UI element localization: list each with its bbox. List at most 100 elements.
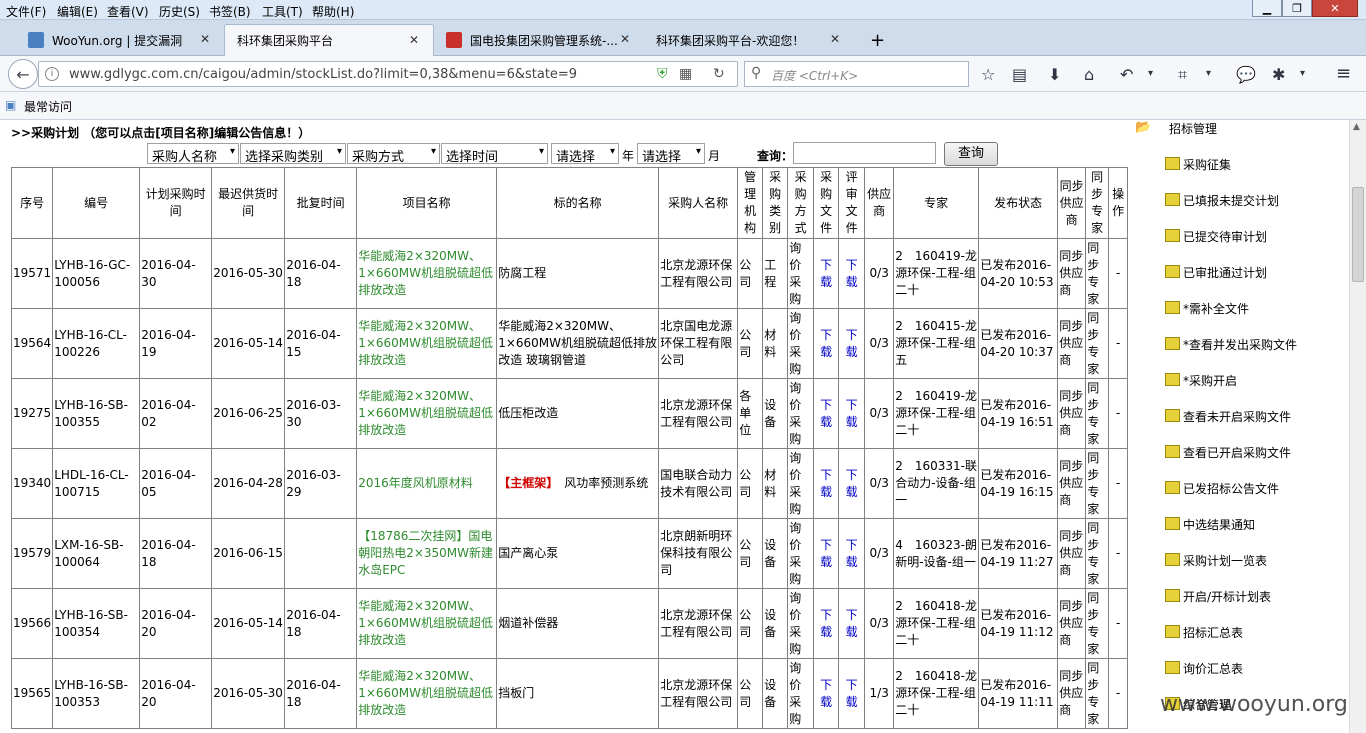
- download-icon[interactable]: ⬇: [1048, 65, 1061, 84]
- cell-sexp[interactable]: 同步专家: [1085, 238, 1110, 309]
- download-purchase-doc-link[interactable]: 下载: [820, 398, 832, 429]
- reload-icon[interactable]: ↻: [713, 66, 725, 82]
- undo-icon[interactable]: ↶: [1120, 65, 1133, 84]
- sidebar-item[interactable]: 中选结果通知: [1165, 516, 1255, 533]
- sidebar-item[interactable]: 查看已开启采购文件: [1165, 444, 1291, 461]
- bug-icon[interactable]: ✱: [1272, 65, 1285, 84]
- method-select[interactable]: 采购方式: [347, 143, 440, 165]
- cell-sexp[interactable]: 同步专家: [1085, 378, 1110, 449]
- tab-wooyun[interactable]: WooYun.org | 提交漏洞 ✕: [16, 24, 224, 56]
- tab-kehuan-platform[interactable]: 科环集团采购平台 ✕: [224, 24, 434, 56]
- cell-ssup[interactable]: 同步供应商: [1057, 448, 1087, 519]
- sidebar-item[interactable]: 已审批通过计划: [1165, 264, 1267, 281]
- minimize-icon[interactable]: ▁: [1252, 0, 1282, 17]
- project-link[interactable]: 华能威海2×320MW、1×660MW机组脱硫超低排放改造: [358, 599, 493, 647]
- close-tab-icon[interactable]: ✕: [409, 33, 419, 47]
- project-link[interactable]: 华能威海2×320MW、1×660MW机组脱硫超低排放改造: [358, 249, 493, 297]
- sidebar-item[interactable]: 已提交待审计划: [1165, 228, 1267, 245]
- cell-ssup[interactable]: 同步供应商: [1057, 658, 1087, 729]
- home-icon[interactable]: ⌂: [1084, 65, 1094, 84]
- menu-bookmarks[interactable]: 书签(B): [209, 3, 251, 20]
- sidebar-item[interactable]: 已填报未提交计划: [1165, 192, 1279, 209]
- close-tab-icon[interactable]: ✕: [830, 32, 840, 46]
- search-box[interactable]: ⚲ 百度 <Ctrl+K>: [744, 61, 969, 87]
- url-text[interactable]: www.gdlygc.com.cn/caigou/admin/stockList…: [69, 67, 577, 82]
- cell-ssup[interactable]: 同步供应商: [1057, 518, 1087, 589]
- download-review-doc-link[interactable]: 下载: [846, 328, 858, 359]
- menu-file[interactable]: 文件(F): [6, 3, 46, 20]
- sidebar-item[interactable]: *查看并发出采购文件: [1165, 336, 1297, 353]
- qr-code-icon[interactable]: ▦: [679, 66, 692, 82]
- cell-ssup[interactable]: 同步供应商: [1057, 308, 1087, 379]
- cell-ssup[interactable]: 同步供应商: [1057, 238, 1087, 309]
- sidebar-item[interactable]: 采购计划一览表: [1165, 552, 1267, 569]
- cell-ssup[interactable]: 同步供应商: [1057, 588, 1087, 659]
- query-input[interactable]: [793, 142, 936, 164]
- maximize-icon[interactable]: ❐: [1282, 0, 1312, 17]
- time-select[interactable]: 选择时间: [441, 143, 548, 165]
- search-placeholder[interactable]: 百度 <Ctrl+K>: [771, 67, 858, 84]
- new-tab-icon[interactable]: +: [858, 24, 888, 56]
- sidebar-item[interactable]: *需补全文件: [1165, 300, 1249, 317]
- download-purchase-doc-link[interactable]: 下载: [820, 258, 832, 289]
- chevron-down-icon[interactable]: ▾: [1300, 68, 1305, 79]
- cell-sexp[interactable]: 同步专家: [1085, 658, 1110, 729]
- sidebar-item[interactable]: 开启/开标计划表: [1165, 588, 1271, 605]
- close-tab-icon[interactable]: ✕: [200, 32, 210, 46]
- download-purchase-doc-link[interactable]: 下载: [820, 538, 832, 569]
- url-bar[interactable]: i www.gdlygc.com.cn/caigou/admin/stockLi…: [38, 61, 738, 87]
- tab-kehuan-welcome[interactable]: 科环集团采购平台-欢迎您！ ✕: [644, 24, 854, 56]
- close-window-icon[interactable]: ✕: [1312, 0, 1358, 17]
- shield-icon[interactable]: ⛨: [657, 66, 668, 82]
- sidebar-item[interactable]: 已发招标公告文件: [1165, 480, 1279, 497]
- download-review-doc-link[interactable]: 下载: [846, 398, 858, 429]
- download-purchase-doc-link[interactable]: 下载: [820, 328, 832, 359]
- menu-tools[interactable]: 工具(T): [262, 3, 303, 20]
- chevron-down-icon[interactable]: ▾: [1148, 68, 1153, 79]
- project-link[interactable]: 华能威海2×320MW、1×660MW机组脱硫超低排放改造: [358, 319, 493, 367]
- chevron-down-icon[interactable]: ▾: [1206, 68, 1211, 79]
- year-select[interactable]: 请选择: [551, 143, 619, 165]
- chat-icon[interactable]: 💬: [1236, 65, 1256, 84]
- download-purchase-doc-link[interactable]: 下载: [820, 468, 832, 499]
- project-link[interactable]: 【18786二次挂网】国电朝阳热电2×350MW新建水岛EPC: [358, 529, 493, 577]
- cell-sexp[interactable]: 同步专家: [1085, 448, 1110, 519]
- cell-sexp[interactable]: 同步专家: [1085, 518, 1110, 589]
- crop-icon[interactable]: ⌗: [1178, 65, 1187, 85]
- month-select[interactable]: 请选择: [637, 143, 705, 165]
- query-button[interactable]: 查询: [944, 142, 998, 166]
- menu-help[interactable]: 帮助(H): [312, 3, 354, 20]
- sidebar-item[interactable]: 招标汇总表: [1165, 624, 1243, 641]
- hamburger-menu-icon[interactable]: ≡: [1336, 63, 1351, 84]
- download-review-doc-link[interactable]: 下载: [846, 468, 858, 499]
- cell-ssup[interactable]: 同步供应商: [1057, 378, 1087, 449]
- cell-sexp[interactable]: 同步专家: [1085, 588, 1110, 659]
- menu-edit[interactable]: 编辑(E): [57, 3, 98, 20]
- download-review-doc-link[interactable]: 下载: [846, 258, 858, 289]
- sidebar-item[interactable]: 查看未开启采购文件: [1165, 408, 1291, 425]
- scrollbar[interactable]: ▲: [1349, 120, 1366, 733]
- project-link[interactable]: 华能威海2×320MW、1×660MW机组脱硫超低排放改造: [358, 389, 493, 437]
- project-link[interactable]: 华能威海2×320MW、1×660MW机组脱硫超低排放改造: [358, 669, 493, 717]
- download-purchase-doc-link[interactable]: 下载: [820, 608, 832, 639]
- menu-view[interactable]: 查看(V): [107, 3, 149, 20]
- project-link[interactable]: 2016年度风机原材料: [358, 476, 473, 490]
- most-visited-link[interactable]: 最常访问: [24, 98, 72, 115]
- download-review-doc-link[interactable]: 下载: [846, 538, 858, 569]
- sidebar-item[interactable]: *采购开启: [1165, 372, 1237, 389]
- sidebar-item[interactable]: 询价汇总表: [1165, 660, 1243, 677]
- bookmark-star-icon[interactable]: ☆: [981, 65, 995, 84]
- purchaser-select[interactable]: 采购人名称: [147, 143, 239, 165]
- back-icon[interactable]: ←: [8, 59, 38, 89]
- scroll-up-icon[interactable]: ▲: [1353, 122, 1360, 132]
- close-tab-icon[interactable]: ✕: [620, 32, 630, 46]
- download-review-doc-link[interactable]: 下载: [846, 678, 858, 709]
- scroll-thumb[interactable]: [1352, 187, 1364, 282]
- info-icon[interactable]: i: [45, 67, 59, 81]
- tab-spic-system[interactable]: 国电投集团采购管理系统-... ✕: [434, 24, 644, 56]
- category-select[interactable]: 选择采购类别: [240, 143, 346, 165]
- download-review-doc-link[interactable]: 下载: [846, 608, 858, 639]
- download-purchase-doc-link[interactable]: 下载: [820, 678, 832, 709]
- menu-history[interactable]: 历史(S): [159, 3, 200, 20]
- cell-sexp[interactable]: 同步专家: [1085, 308, 1110, 379]
